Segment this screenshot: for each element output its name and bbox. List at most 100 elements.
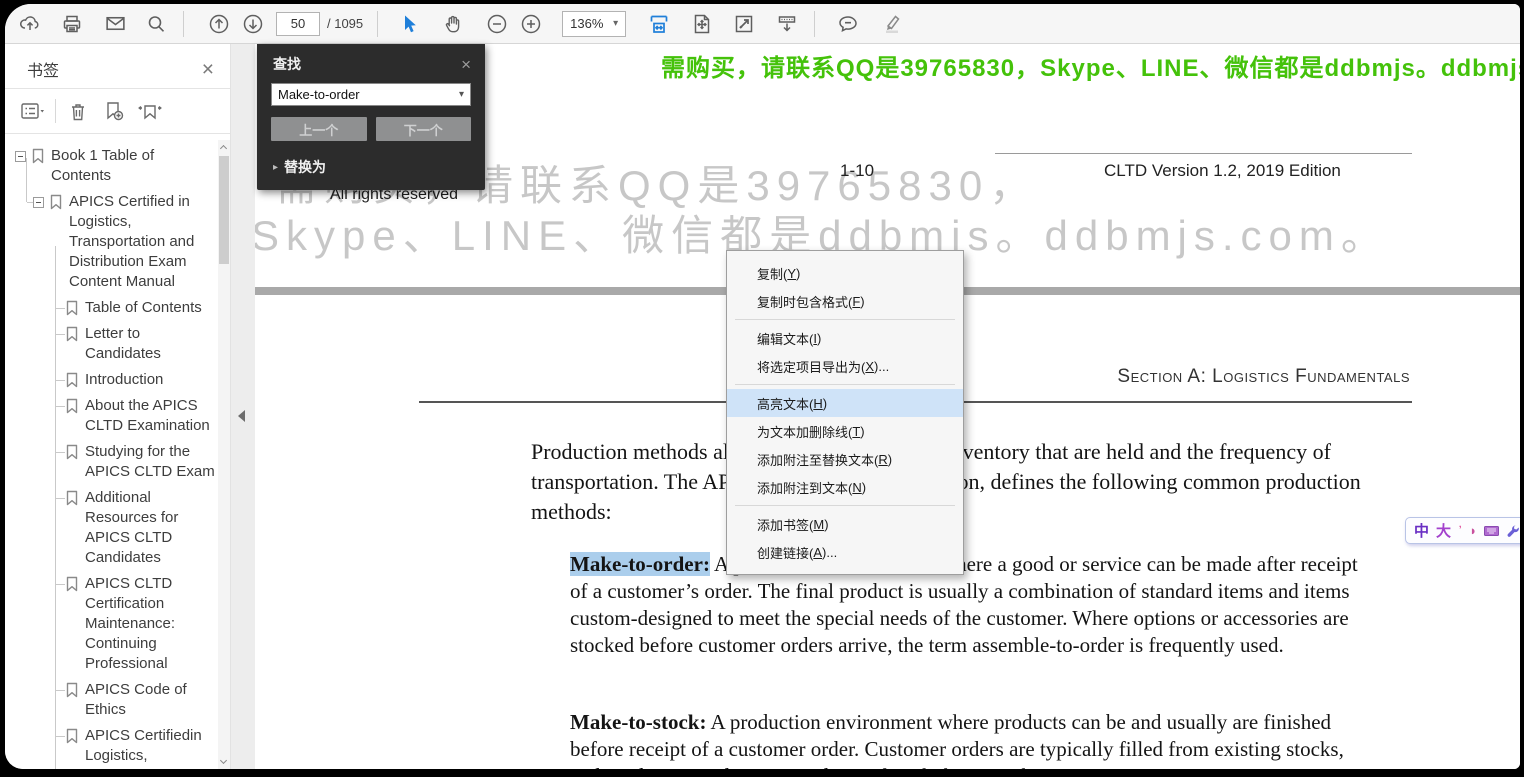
menu-divider — [735, 384, 955, 385]
bookmark-item[interactable]: APICS Certifiedin Logistics, Transportat… — [5, 726, 216, 769]
context-menu: 复制(Y) 复制时包含格式(F) 编辑文本(I) 将选定项目导出为(X)... 高亮文本… — [726, 250, 964, 575]
bookmark-item[interactable]: Additional Resources for APICS CLTD Cand… — [5, 488, 216, 568]
context-menu-item[interactable]: 将选定项目导出为(X)... — [727, 352, 963, 380]
bookmark-icon — [32, 148, 44, 164]
toolbar-divider — [183, 10, 184, 37]
collapse-panel-icon[interactable] — [238, 410, 245, 422]
fit-visible-icon[interactable] — [727, 7, 761, 41]
bookmark-label: APICS Certifiedin Logistics, Transportat… — [85, 727, 210, 769]
context-menu-item[interactable]: 编辑文本(I) — [727, 324, 963, 352]
wrench-icon[interactable] — [1506, 524, 1520, 538]
select-cursor-icon[interactable] — [392, 7, 426, 41]
bookmark-label: Letter to Candidates — [85, 325, 161, 362]
hand-tool-icon[interactable] — [436, 7, 470, 41]
bookmark-icon — [66, 682, 78, 698]
section-heading: Section A: Logistics Fundamentals — [1117, 366, 1410, 387]
toolbar-divider — [377, 10, 379, 37]
bookmark-item[interactable]: APICS Certified in Logistics, Transporta… — [5, 192, 216, 292]
bookmark-icon — [66, 300, 78, 316]
bookmark-label: Book 1 Table of Contents — [51, 147, 155, 184]
fit-page-icon[interactable] — [685, 7, 719, 41]
bookmarks-panel: 书签 × Book 1 Table of Contents APICS Cert… — [5, 44, 231, 769]
bookmark-icon — [66, 576, 78, 592]
watermark-top: 需购买，请联系QQ是39765830，Skype、LINE、微信都是ddbmjs… — [661, 55, 1520, 82]
bookmark-icon — [66, 326, 78, 342]
edition-label: CLTD Version 1.2, 2019 Edition — [1104, 161, 1341, 180]
delete-bookmark-icon[interactable] — [62, 95, 94, 127]
find-previous-button[interactable]: 上一个 — [271, 117, 367, 141]
divider — [55, 99, 56, 123]
zoom-level-select[interactable]: 136% ▾ — [562, 10, 627, 37]
search-icon[interactable] — [139, 7, 173, 41]
fit-width-icon[interactable] — [642, 7, 676, 41]
collapse-expander-icon[interactable] — [15, 151, 26, 162]
bookmark-item[interactable]: Studying for the APICS CLTD Exam — [5, 442, 216, 482]
bookmark-label: About the APICS CLTD Examination — [85, 397, 210, 434]
menu-divider — [735, 505, 955, 506]
print-icon[interactable] — [55, 7, 89, 41]
find-next-button[interactable]: 下一个 — [375, 117, 471, 141]
bookmark-icon — [66, 372, 78, 388]
sidebar-scrollbar[interactable] — [218, 140, 230, 769]
collapse-expander-icon[interactable] — [33, 197, 44, 208]
punctuation-icon[interactable]: ᾿ — [1458, 523, 1462, 538]
bookmark-label: APICS Certified in Logistics, Transporta… — [69, 193, 195, 290]
bookmark-item[interactable]: Book 1 Table of Contents — [5, 146, 216, 186]
paragraph-make-to-stock: Make-to-stock: A production environment … — [570, 709, 1378, 769]
bookmarks-panel-title: 书签 — [27, 63, 60, 80]
find-search-input[interactable]: Make-to-order ▾ — [271, 83, 471, 106]
bookmark-item[interactable]: About the APICS CLTD Examination — [5, 396, 216, 436]
context-menu-item[interactable]: 添加附注至替换文本(R) — [727, 445, 963, 473]
scroll-up-icon[interactable] — [219, 144, 228, 153]
selected-text: Make-to-order: — [570, 552, 710, 576]
softkeyboard-icon[interactable] — [1484, 525, 1500, 537]
scrollbar-thumb[interactable] — [219, 156, 229, 264]
bookmark-item[interactable]: Letter to Candidates — [5, 324, 216, 364]
scroll-down-icon[interactable] — [219, 756, 228, 765]
punctuation2-icon[interactable]: ◗ — [1469, 523, 1477, 538]
bookmark-item[interactable]: Table of Contents — [5, 298, 216, 318]
email-icon[interactable] — [98, 7, 132, 41]
panel-collapse-strip — [231, 44, 255, 769]
options-list-icon[interactable] — [17, 95, 49, 127]
zoom-in-icon[interactable] — [514, 7, 548, 41]
find-dialog: 查找 × Make-to-order ▾ 上一个 下一个 ▸ 替换为 — [257, 44, 485, 190]
bookmark-item[interactable]: APICS CLTD Certification Maintenance: Co… — [5, 574, 216, 674]
context-menu-item[interactable]: 为文本加删除线(T) — [727, 417, 963, 445]
comment-icon[interactable] — [831, 7, 865, 41]
bookmark-icon — [50, 194, 62, 210]
context-menu-item[interactable]: 复制时包含格式(F) — [727, 287, 963, 315]
context-menu-item[interactable]: 添加书签(M) — [727, 510, 963, 538]
find-dialog-title: 查找 — [273, 56, 301, 72]
paragraph-make-to-order: Make-to-order: A production environment … — [570, 551, 1378, 659]
ime-mode-chinese[interactable]: 中 — [1414, 520, 1429, 541]
ime-toolbar: 中 大 ᾿ ◗ — [1405, 517, 1520, 544]
bookmark-label: Introduction — [85, 371, 164, 388]
close-icon[interactable]: × — [461, 56, 471, 73]
page-number-input[interactable]: 50 — [276, 11, 320, 36]
close-icon[interactable]: × — [202, 59, 214, 80]
toolbar-divider — [814, 10, 816, 37]
actual-size-icon[interactable] — [770, 7, 804, 41]
page-up-icon[interactable] — [202, 7, 236, 41]
bookmark-icon — [66, 444, 78, 460]
context-menu-item[interactable]: 创建链接(A)... — [727, 538, 963, 566]
highlight-icon[interactable] — [875, 7, 909, 41]
replace-expander[interactable]: ▸ 替换为 — [273, 157, 485, 177]
header-rule — [995, 153, 1412, 154]
context-menu-item[interactable]: 复制(Y) — [727, 259, 963, 287]
add-bookmark-icon[interactable] — [98, 95, 130, 127]
cloud-upload-icon[interactable] — [13, 7, 47, 41]
context-menu-item[interactable]: 添加附注到文本(N) — [727, 473, 963, 501]
zoom-out-icon[interactable] — [480, 7, 514, 41]
chevron-down-icon: ▾ — [613, 18, 619, 29]
page-down-icon[interactable] — [236, 7, 270, 41]
expand-bookmark-icon[interactable] — [134, 95, 166, 127]
paragraph-production-methods: Production methods also affect the amoun… — [531, 439, 1361, 524]
context-menu-item[interactable]: 高亮文本(H) — [727, 389, 963, 417]
bookmarks-toolbar — [5, 89, 230, 133]
ime-fullwidth-toggle[interactable]: 大 — [1436, 520, 1451, 541]
bookmark-item[interactable]: Introduction — [5, 370, 216, 390]
bookmark-icon — [66, 398, 78, 414]
bookmark-item[interactable]: APICS Code of Ethics — [5, 680, 216, 720]
